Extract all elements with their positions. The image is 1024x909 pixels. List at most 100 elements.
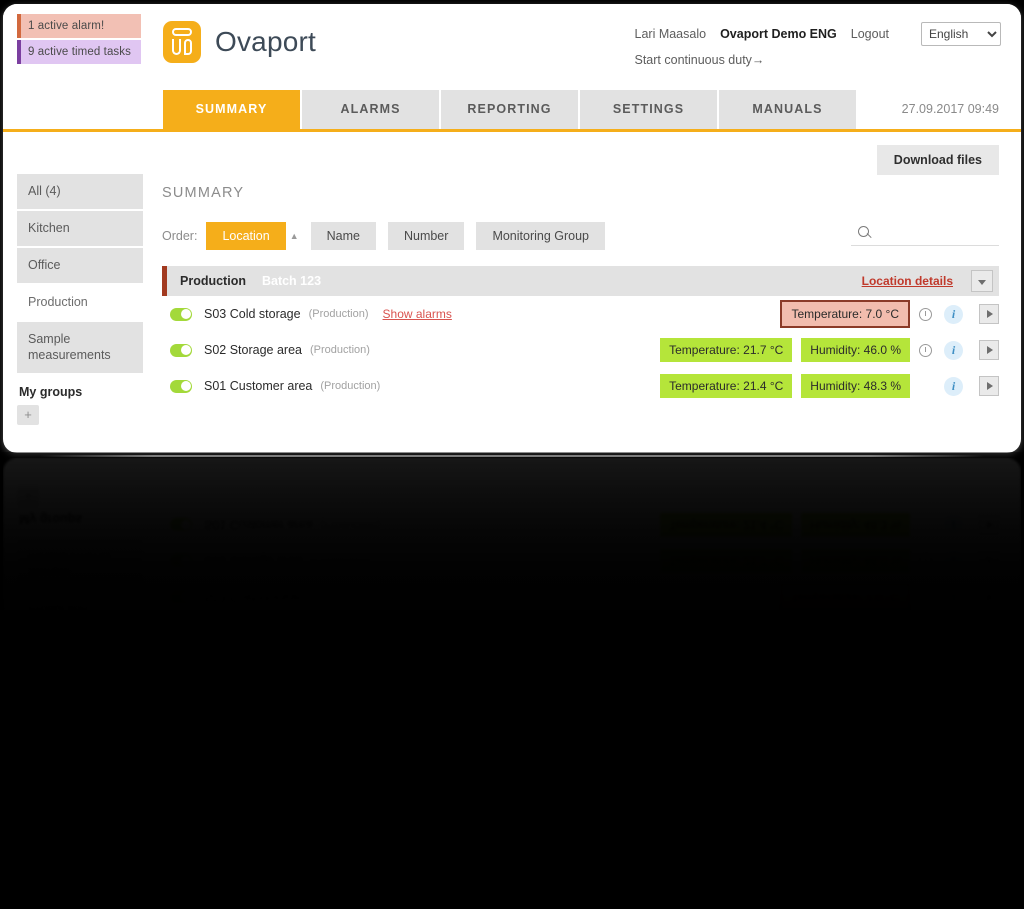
sensor-toggle[interactable] <box>170 554 192 568</box>
tab-reporting[interactable]: REPORTING <box>441 90 580 129</box>
sensor-toggle[interactable] <box>170 518 192 532</box>
measurement-badge[interactable]: Humidity: 46.0 % <box>801 549 910 573</box>
sensor-row-actions: Temperature: 21.4 °C Humidity: 48.3 % i <box>651 513 999 537</box>
sensor-toggle[interactable] <box>170 379 192 393</box>
sensor-toggle[interactable] <box>170 307 192 321</box>
add-group-button[interactable]: + <box>17 485 39 506</box>
chevron-down-icon[interactable] <box>971 619 993 641</box>
active-alarm-banner[interactable]: 1 active alarm! <box>17 14 141 38</box>
order-button-name[interactable]: Name <box>310 222 376 250</box>
sensor-row-actions: Temperature: 7.0 °C i <box>771 300 999 328</box>
order-toolbar: Order: Location ▲ Name Number Monitoring Gro… <box>162 220 1021 250</box>
info-icon[interactable]: i <box>944 304 963 324</box>
my-groups-heading: My groups <box>19 385 83 400</box>
tab-summary[interactable]: SUMMARY <box>163 90 302 129</box>
sensor-row-actions: Temperature: 21.7 °C Humidity: 46.0 % i <box>651 338 999 362</box>
tab-alarms[interactable]: ALARMS <box>302 90 441 129</box>
download-files-button[interactable]: Download files <box>876 145 999 175</box>
sidebar-item-production[interactable]: Production <box>17 591 143 627</box>
page-title: SUMMARY <box>162 185 245 201</box>
sidebar-item-sample-measurements[interactable]: Sample measurements <box>17 537 143 590</box>
order-button-number[interactable]: Number <box>387 222 465 250</box>
search-input[interactable] <box>873 225 1021 240</box>
sidebar-item-kitchen[interactable]: Kitchen <box>17 210 143 246</box>
clock-icon[interactable] <box>919 343 932 357</box>
order-button-location[interactable]: Location <box>206 222 286 250</box>
reflection-shade <box>0 452 1024 909</box>
measurement-badge[interactable]: Temperature: 21.4 °C <box>660 513 793 537</box>
show-alarms-link[interactable]: Show alarms <box>383 307 452 321</box>
main-content: Download files SUMMARY Order: Location▲N… <box>162 507 999 658</box>
location-group-name: Production <box>180 274 246 288</box>
info-icon[interactable]: i <box>944 551 963 571</box>
sensor-location: (Production) <box>320 519 381 531</box>
sensor-row-actions: Temperature: 21.7 °C Humidity: 46.0 % i <box>651 549 999 573</box>
measurement-badge-alarm[interactable]: Temperature: 7.0 °C <box>780 300 910 328</box>
language-select[interactable]: English <box>921 22 1001 46</box>
sidebar-item-production[interactable]: Production <box>17 284 143 320</box>
play-icon[interactable] <box>979 304 999 324</box>
location-details-link[interactable]: Location details <box>862 274 953 288</box>
play-icon[interactable] <box>979 515 999 535</box>
window-reflection: 1 active alarm! 9 active timed tasks Ova… <box>3 458 1021 658</box>
sensor-toggle[interactable] <box>170 343 192 357</box>
sensor-row-list: S03 Cold storage (Production) Show alarms T… <box>162 507 999 615</box>
logout-link[interactable]: Logout <box>851 27 889 41</box>
tab-settings[interactable]: SETTINGS <box>580 90 719 129</box>
sidebar-item-sample-measurements[interactable]: Sample measurements <box>17 321 143 374</box>
main-content: Download files SUMMARY Order: Location▲N… <box>162 135 1021 404</box>
clock-icon[interactable] <box>919 554 932 568</box>
user-name: Lari Maasalo <box>634 27 707 41</box>
add-group-button[interactable]: + <box>17 405 39 426</box>
clock-icon[interactable] <box>919 590 932 604</box>
clock-icon-placeholder <box>919 519 932 532</box>
sensor-row-list: S03 Cold storage (Production) Show alarms T… <box>162 296 999 404</box>
measurement-badge[interactable]: Humidity: 48.3 % <box>801 374 910 398</box>
sensor-location: (Production) <box>310 555 370 567</box>
window-edge-highlight <box>40 455 984 457</box>
location-group-header: Production Batch 123 Location details <box>162 615 999 645</box>
info-icon[interactable]: i <box>944 515 963 535</box>
measurement-badge[interactable]: Temperature: 21.7 °C <box>660 338 793 362</box>
measurement-badge[interactable]: Temperature: 21.7 °C <box>660 549 793 573</box>
sensor-location: (Production) <box>310 344 370 356</box>
play-icon[interactable] <box>979 340 999 360</box>
measurement-badge-alarm[interactable]: Temperature: 7.0 °C <box>780 583 910 611</box>
sort-direction-icon[interactable]: ▲ <box>290 231 299 241</box>
play-icon[interactable] <box>979 376 999 396</box>
play-icon[interactable] <box>979 587 999 607</box>
info-icon[interactable]: i <box>944 340 963 360</box>
sidebar-item-all-4[interactable]: All (4) <box>17 174 143 209</box>
current-datetime: 27.09.2017 09:49 <box>901 102 999 116</box>
sensor-name: S01 Customer area <box>204 518 313 532</box>
sensor-toggle[interactable] <box>170 590 192 604</box>
measurement-badge[interactable]: Humidity: 48.3 % <box>801 513 910 537</box>
active-tasks-banner[interactable]: 9 active timed tasks <box>17 40 141 64</box>
clock-icon-placeholder <box>919 380 932 393</box>
page-body: All (4)KitchenOfficeProductionSample mea… <box>3 458 1021 658</box>
show-alarms-link[interactable]: Show alarms <box>383 590 452 604</box>
sensor-name: S01 Customer area <box>204 379 313 393</box>
user-area: Lari Maasalo Ovaport Demo ENG Logout Eng… <box>634 22 1002 67</box>
play-icon[interactable] <box>979 551 999 571</box>
location-sidebar: All (4)KitchenOfficeProductionSample mea… <box>17 485 143 658</box>
clock-icon[interactable] <box>919 307 932 321</box>
location-group-header: Production Batch 123 Location details <box>162 266 999 296</box>
search-box[interactable] <box>851 220 1021 246</box>
measurement-badge[interactable]: Humidity: 46.0 % <box>801 338 910 362</box>
sensor-location: (Production) <box>320 380 381 392</box>
sensor-name: S02 Storage area <box>204 343 302 357</box>
info-icon[interactable]: i <box>944 587 963 607</box>
tab-manuals[interactable]: MANUALS <box>719 90 858 129</box>
info-icon[interactable]: i <box>944 376 963 396</box>
location-details-link[interactable]: Location details <box>862 623 953 637</box>
sensor-row: S02 Storage area (Production) Temperature:… <box>162 543 999 579</box>
sidebar-item-office[interactable]: Office <box>17 628 143 658</box>
active-alarm-label: 1 active alarm! <box>28 20 105 32</box>
measurement-badge[interactable]: Temperature: 21.4 °C <box>660 374 793 398</box>
continuous-duty-link[interactable]: Start continuous duty→ <box>635 53 1002 67</box>
chevron-down-icon[interactable] <box>971 270 993 292</box>
brand[interactable]: Ovaport <box>163 21 316 63</box>
order-button-monitoring-group[interactable]: Monitoring Group <box>476 222 606 250</box>
sidebar-item-office[interactable]: Office <box>17 247 143 283</box>
